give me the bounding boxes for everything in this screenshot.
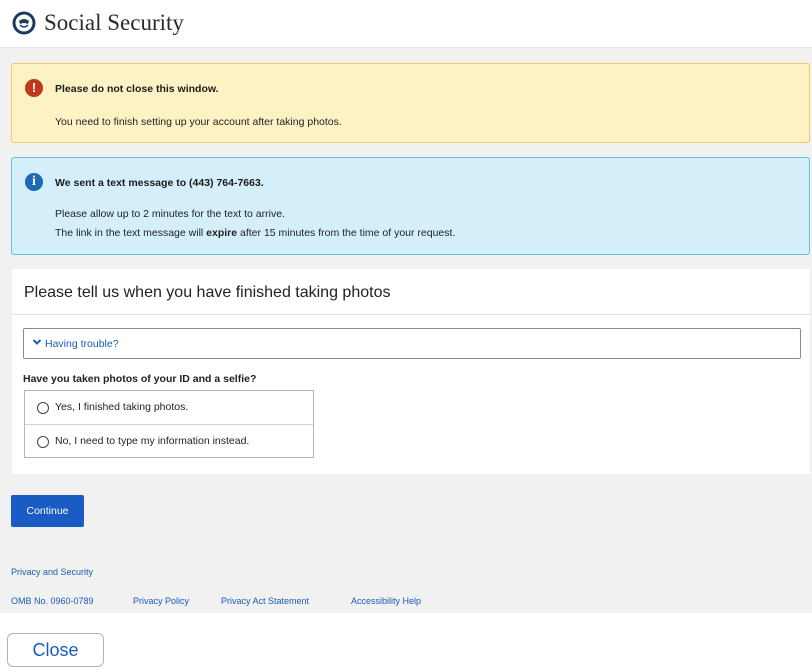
- info-title: We sent a text message to (443) 764-7663…: [55, 177, 264, 189]
- info-text-1: Please allow up to 2 minutes for the tex…: [55, 208, 285, 220]
- radio-button[interactable]: [37, 402, 49, 414]
- info-text-2-bold: expire: [206, 227, 238, 239]
- info-icon: i: [25, 173, 43, 191]
- info-alert: i We sent a text message to (443) 764-76…: [11, 157, 810, 255]
- privacy-act-statement-link[interactable]: Privacy Act Statement: [221, 596, 309, 606]
- option-label: No, I need to type my information instea…: [55, 435, 250, 447]
- option-yes-finished[interactable]: Yes, I finished taking photos.: [25, 391, 313, 425]
- card-divider: [12, 314, 810, 315]
- exclamation-icon: !: [25, 79, 43, 97]
- info-text-2-pre: The link in the text message will: [55, 227, 207, 239]
- chevron-down-icon: [32, 339, 42, 345]
- site-header: Social Security: [0, 0, 812, 48]
- photos-options-group: Yes, I finished taking photos. No, I nee…: [24, 390, 314, 458]
- accessibility-help-link[interactable]: Accessibility Help: [351, 596, 421, 606]
- having-trouble-toggle[interactable]: Having trouble?: [23, 328, 801, 359]
- privacy-policy-link[interactable]: Privacy Policy: [133, 596, 189, 606]
- ssa-seal-icon: [12, 11, 36, 35]
- photos-card: Please tell us when you have finished ta…: [12, 269, 810, 474]
- brand-title[interactable]: Social Security: [44, 10, 184, 36]
- warning-title: Please do not close this window.: [55, 83, 219, 95]
- info-text-2: The link in the text message will expire…: [55, 227, 455, 239]
- info-text-2-post: after 15 minutes from the time of your r…: [237, 227, 456, 239]
- having-trouble-label: Having trouble?: [45, 338, 119, 350]
- photos-question: Have you taken photos of your ID and a s…: [23, 373, 257, 385]
- close-button[interactable]: Close: [7, 633, 104, 667]
- option-label: Yes, I finished taking photos.: [55, 401, 189, 413]
- card-title: Please tell us when you have finished ta…: [24, 284, 391, 301]
- warning-text: You need to finish setting up your accou…: [55, 116, 342, 128]
- omb-number: OMB No. 0960-0789: [11, 596, 94, 606]
- continue-button[interactable]: Continue: [11, 495, 84, 527]
- privacy-security-link[interactable]: Privacy and Security: [11, 567, 93, 577]
- radio-button[interactable]: [37, 436, 49, 448]
- option-no-type-info[interactable]: No, I need to type my information instea…: [25, 425, 313, 458]
- warning-alert: ! Please do not close this window. You n…: [11, 63, 810, 143]
